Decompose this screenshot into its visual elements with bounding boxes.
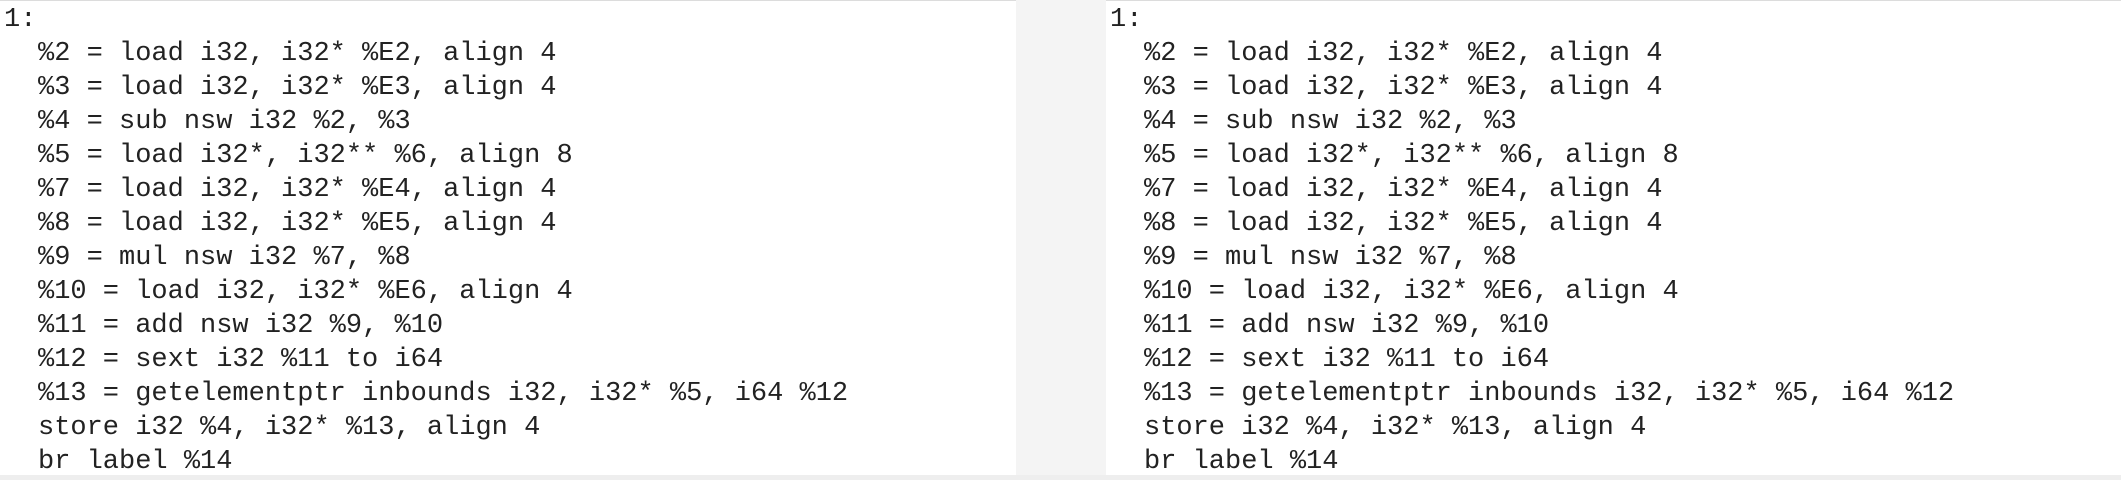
code-line: %2 = load i32, i32* %E2, align 4: [38, 39, 557, 69]
code-line: %5 = load i32*, i32** %6, align 8: [1144, 141, 1679, 171]
code-line: br label %14: [1144, 447, 1339, 477]
code-line: %9 = mul nsw i32 %7, %8: [38, 243, 411, 273]
code-line: %8 = load i32, i32* %E5, align 4: [38, 209, 557, 239]
code-line: %12 = sext i32 %11 to i64: [38, 345, 444, 375]
block-label: 1:: [4, 5, 37, 35]
code-line: %9 = mul nsw i32 %7, %8: [1144, 243, 1517, 273]
code-line: %5 = load i32*, i32** %6, align 8: [38, 141, 573, 171]
code-line: br label %14: [38, 447, 233, 477]
code-line: store i32 %4, i32* %13, align 4: [1144, 413, 1647, 443]
code-line: %7 = load i32, i32* %E4, align 4: [1144, 175, 1663, 205]
code-line: %8 = load i32, i32* %E5, align 4: [1144, 209, 1663, 239]
bottom-border: [0, 475, 2121, 480]
code-line: %2 = load i32, i32* %E2, align 4: [1144, 39, 1663, 69]
code-line: %11 = add nsw i32 %9, %10: [1144, 311, 1550, 341]
left-code-block: 1: %2 = load i32, i32* %E2, align 4 %3 = l…: [4, 3, 848, 479]
right-code-panel[interactable]: 1: %2 = load i32, i32* %E2, align 4 %3 = l…: [1106, 0, 2121, 477]
code-line: %4 = sub nsw i32 %2, %3: [1144, 107, 1517, 137]
code-line: %13 = getelementptr inbounds i32, i32* %…: [1144, 379, 1955, 409]
code-line: %12 = sext i32 %11 to i64: [1144, 345, 1550, 375]
diff-view: 1: %2 = load i32, i32* %E2, align 4 %3 = l…: [0, 0, 2121, 480]
panel-divider: [1016, 0, 1106, 475]
block-label: 1:: [1110, 5, 1143, 35]
code-line: %7 = load i32, i32* %E4, align 4: [38, 175, 557, 205]
code-line: %11 = add nsw i32 %9, %10: [38, 311, 444, 341]
code-line: store i32 %4, i32* %13, align 4: [38, 413, 541, 443]
right-code-block: 1: %2 = load i32, i32* %E2, align 4 %3 = l…: [1110, 3, 1954, 479]
left-code-panel[interactable]: 1: %2 = load i32, i32* %E2, align 4 %3 = l…: [0, 0, 1016, 477]
code-line: %10 = load i32, i32* %E6, align 4: [38, 277, 573, 307]
code-line: %4 = sub nsw i32 %2, %3: [38, 107, 411, 137]
code-line: %3 = load i32, i32* %E3, align 4: [38, 73, 557, 103]
code-line: %3 = load i32, i32* %E3, align 4: [1144, 73, 1663, 103]
code-line: %10 = load i32, i32* %E6, align 4: [1144, 277, 1679, 307]
code-line: %13 = getelementptr inbounds i32, i32* %…: [38, 379, 849, 409]
